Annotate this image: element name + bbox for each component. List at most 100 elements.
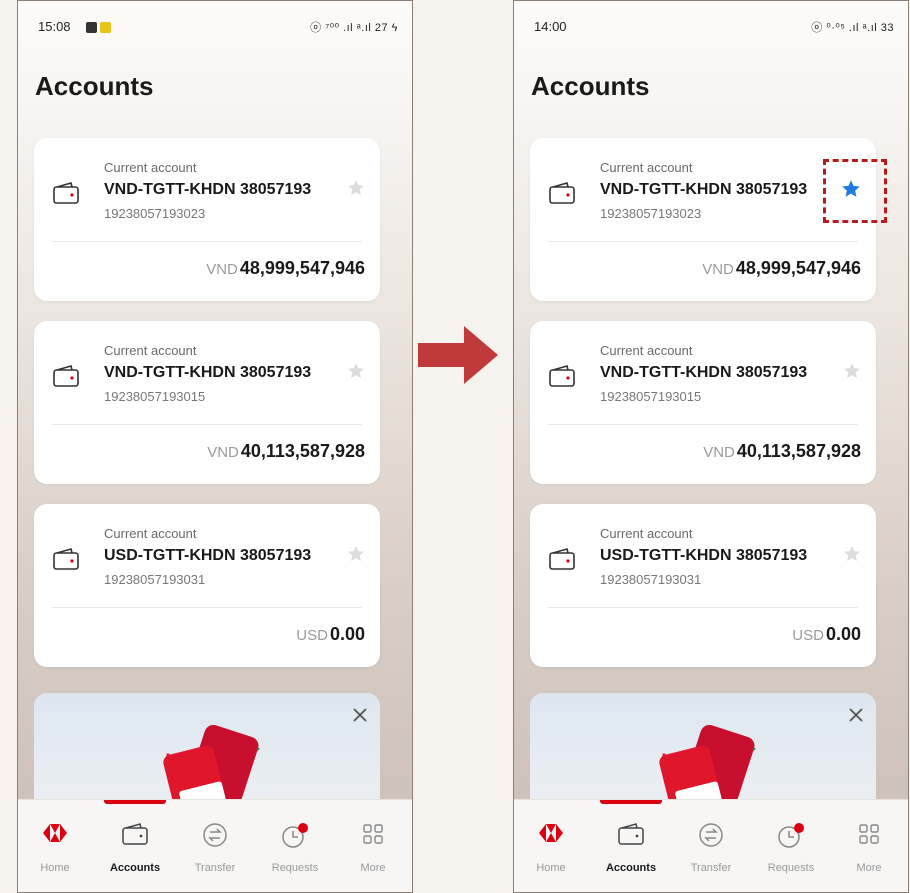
- account-card[interactable]: Current account VND-TGTT-KHDN 38057193 1…: [34, 321, 380, 484]
- balance-currency: USD: [296, 627, 328, 644]
- bottom-nav: Home Accounts Transfer Requests More: [514, 799, 908, 892]
- transfer-icon: [699, 823, 723, 847]
- page-title: Accounts: [531, 71, 650, 101]
- account-balance: USD 0.00: [792, 624, 861, 645]
- balance-amount: 0.00: [329, 624, 365, 644]
- phone-screen-before: 15:08 ⓞ ⁷⁰⁰ .ıl ᵃ.ıl 27 ϟ Accounts Curre…: [17, 0, 413, 893]
- status-time: 15:08: [38, 19, 71, 34]
- star-icon[interactable]: [842, 544, 862, 564]
- balance-currency: VND: [703, 444, 735, 461]
- wallet-icon: [618, 823, 644, 845]
- account-number: 19238057193023: [104, 206, 206, 221]
- account-type: Current account: [104, 160, 197, 175]
- wallet-icon: [549, 182, 575, 204]
- nav-label: Requests: [271, 862, 319, 874]
- nav-more[interactable]: More: [338, 822, 408, 874]
- clock-icon: [282, 823, 308, 848]
- account-number: 19238057193015: [104, 389, 206, 404]
- balance-currency: VND: [206, 261, 238, 278]
- account-name: VND-TGTT-KHDN 38057193: [600, 181, 808, 198]
- account-type: Current account: [104, 343, 197, 358]
- nav-home[interactable]: Home: [20, 822, 90, 874]
- nav-accounts[interactable]: Accounts: [100, 822, 170, 874]
- card-divider: [52, 607, 362, 608]
- nav-accounts[interactable]: Accounts: [596, 822, 666, 874]
- home-logo-icon: [539, 824, 563, 842]
- status-indicators: ⓞ ⁷⁰⁰ .ıl ᵃ.ıl 27 ϟ: [310, 22, 398, 34]
- nav-requests[interactable]: Requests: [260, 822, 330, 874]
- balance-amount: 48,999,547,946: [735, 258, 861, 278]
- nav-more[interactable]: More: [834, 822, 904, 874]
- account-name: USD-TGTT-KHDN 38057193: [600, 547, 808, 564]
- account-name: VND-TGTT-KHDN 38057193: [104, 364, 312, 381]
- nav-label: Home: [536, 862, 566, 874]
- wallet-icon: [53, 548, 79, 570]
- card-divider: [52, 424, 362, 425]
- nav-label: More: [856, 862, 882, 874]
- balance-amount: 0.00: [825, 624, 861, 644]
- account-type: Current account: [600, 160, 693, 175]
- nav-transfer[interactable]: Transfer: [180, 822, 250, 874]
- star-icon[interactable]: [346, 361, 366, 381]
- notification-icons: [86, 20, 111, 34]
- balance-currency: VND: [702, 261, 734, 278]
- account-number: 19238057193015: [600, 389, 702, 404]
- grid-icon: [363, 824, 383, 844]
- nav-home[interactable]: Home: [516, 822, 586, 874]
- transition-arrow-icon: [418, 326, 498, 384]
- nav-label: Transfer: [194, 862, 236, 874]
- wallet-icon: [549, 548, 575, 570]
- nav-label: Accounts: [605, 862, 657, 874]
- close-icon[interactable]: [352, 707, 368, 723]
- account-number: 19238057193023: [600, 206, 702, 221]
- balance-amount: 40,113,587,928: [240, 441, 365, 461]
- account-card[interactable]: Current account VND-TGTT-KHDN 38057193 1…: [34, 138, 380, 301]
- phone-screen-after: 14:00 ⓞ ⁰·⁰⁵ .ıl ᵃ.ıl 33 Accounts Curren…: [513, 0, 909, 893]
- account-card[interactable]: Current account USD-TGTT-KHDN 38057193 1…: [530, 504, 876, 667]
- nav-label: Home: [40, 862, 70, 874]
- account-number: 19238057193031: [600, 572, 702, 587]
- card-divider: [548, 607, 858, 608]
- account-balance: USD 0.00: [296, 624, 365, 645]
- star-icon[interactable]: [842, 361, 862, 381]
- balance-currency: VND: [207, 444, 239, 461]
- account-name: USD-TGTT-KHDN 38057193: [104, 547, 312, 564]
- account-card[interactable]: Current account VND-TGTT-KHDN 38057193 1…: [530, 321, 876, 484]
- account-type: Current account: [600, 343, 693, 358]
- balance-currency: USD: [792, 627, 824, 644]
- bottom-nav: Home Accounts Transfer Requests More: [18, 799, 412, 892]
- wallet-icon: [549, 365, 575, 387]
- account-type: Current account: [104, 526, 197, 541]
- status-indicators: ⓞ ⁰·⁰⁵ .ıl ᵃ.ıl 33: [811, 22, 894, 34]
- close-icon[interactable]: [848, 707, 864, 723]
- wallet-icon: [53, 365, 79, 387]
- star-icon[interactable]: [346, 178, 366, 198]
- account-name: VND-TGTT-KHDN 38057193: [104, 181, 312, 198]
- transfer-icon: [203, 823, 227, 847]
- nav-label: Transfer: [690, 862, 732, 874]
- nav-transfer[interactable]: Transfer: [676, 822, 746, 874]
- account-balance: VND 48,999,547,946: [206, 258, 365, 279]
- active-tab-indicator: [600, 800, 662, 804]
- status-time: 14:00: [534, 19, 567, 34]
- wallet-icon: [53, 182, 79, 204]
- balance-amount: 48,999,547,946: [239, 258, 365, 278]
- home-logo-icon: [43, 824, 67, 842]
- active-tab-indicator: [104, 800, 166, 804]
- account-balance: VND 40,113,587,928: [207, 441, 365, 462]
- wallet-icon: [122, 823, 148, 845]
- grid-icon: [859, 824, 879, 844]
- card-divider: [52, 241, 362, 242]
- favorite-highlight-box: [823, 159, 887, 223]
- balance-amount: 40,113,587,928: [736, 441, 861, 461]
- status-bar: 15:08 ⓞ ⁷⁰⁰ .ıl ᵃ.ıl 27 ϟ: [38, 19, 398, 37]
- status-bar: 14:00 ⓞ ⁰·⁰⁵ .ıl ᵃ.ıl 33: [534, 19, 894, 37]
- nav-requests[interactable]: Requests: [756, 822, 826, 874]
- nav-label: Accounts: [109, 862, 161, 874]
- account-card[interactable]: Current account USD-TGTT-KHDN 38057193 1…: [34, 504, 380, 667]
- account-balance: VND 40,113,587,928: [703, 441, 861, 462]
- account-name: VND-TGTT-KHDN 38057193: [600, 364, 808, 381]
- nav-label: Requests: [767, 862, 815, 874]
- nav-label: More: [360, 862, 386, 874]
- star-icon[interactable]: [346, 544, 366, 564]
